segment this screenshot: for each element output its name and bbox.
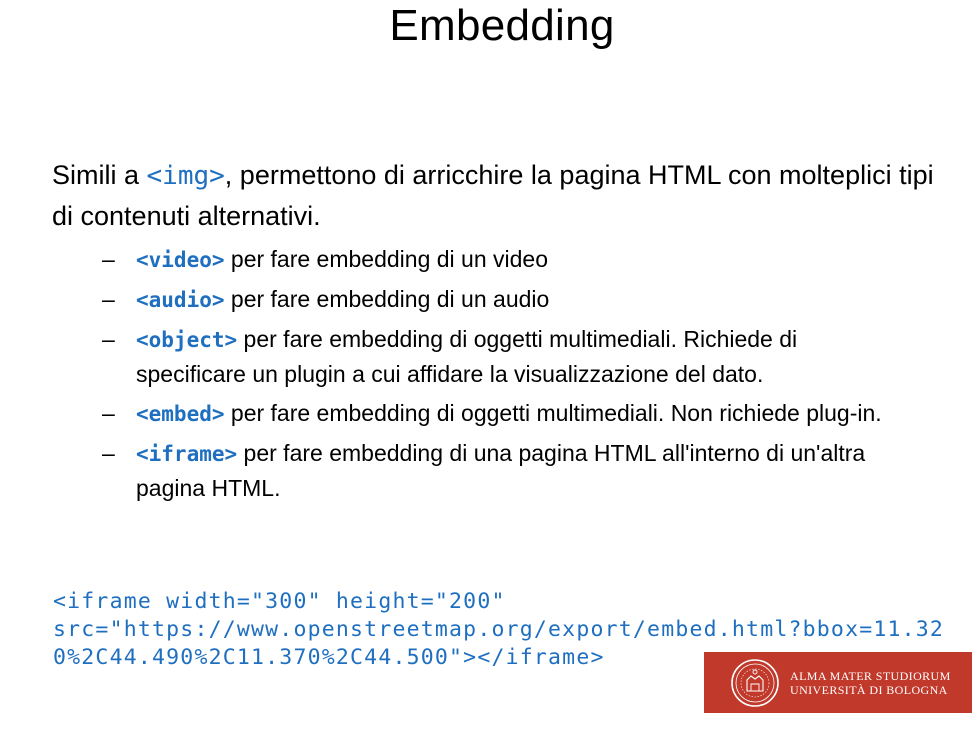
bullet-text: <iframe> per fare embedding di una pagin… [136,436,912,505]
bullet-dash: – [102,400,115,426]
intro-code-img: <img> [146,161,225,191]
list-item-object: – <object> per fare embedding di oggetti… [102,322,912,391]
bullet-description: per fare embedding di un video [224,246,549,272]
university-logo: ALMA MATER STUDIORUM UNIVERSITÀ DI BOLOG… [704,652,972,713]
logo-line-2: UNIVERSITÀ DI BOLOGNA [790,682,948,697]
logo-line-1: ALMA MATER STUDIORUM [790,668,951,683]
list-item-iframe: – <iframe> per fare embedding di una pag… [102,436,912,505]
bullet-description: per fare embedding di un audio [224,286,550,312]
slide-title: Embedding [389,1,615,50]
bullet-dash: – [102,440,115,466]
bullet-text: <object> per fare embedding di oggetti m… [136,322,912,391]
bullet-dash: – [102,246,115,272]
bullet-dash: – [102,286,115,312]
bullet-text: <embed> per fare embedding di oggetti mu… [136,396,912,431]
bullet-description: per fare embedding di una pagina HTML al… [136,440,866,501]
bullet-text: <video> per fare embedding di un video [136,242,912,277]
university-name: ALMA MATER STUDIORUM UNIVERSITÀ DI BOLOG… [790,669,951,697]
bullet-text: <audio> per fare embedding di un audio [136,282,912,317]
tag-video: <video> [136,248,225,272]
embedding-tags-list: – <video> per fare embedding di un video… [102,242,912,510]
bullet-dash: – [102,326,115,352]
university-seal-icon [731,658,779,707]
list-item-audio: – <audio> per fare embedding di un audio [102,282,912,317]
tag-audio: <audio> [136,288,225,312]
tag-embed: <embed> [136,402,225,426]
tag-object: <object> [136,328,238,352]
list-item-embed: – <embed> per fare embedding di oggetti … [102,396,912,431]
intro-text-before: Simili a [52,160,147,190]
intro-paragraph: Simili a <img>, permettono di arricchire… [52,155,952,236]
tag-iframe: <iframe> [136,442,238,466]
list-item-video: – <video> per fare embedding di un video [102,242,912,277]
bullet-description: per fare embedding di oggetti multimedia… [224,400,882,426]
